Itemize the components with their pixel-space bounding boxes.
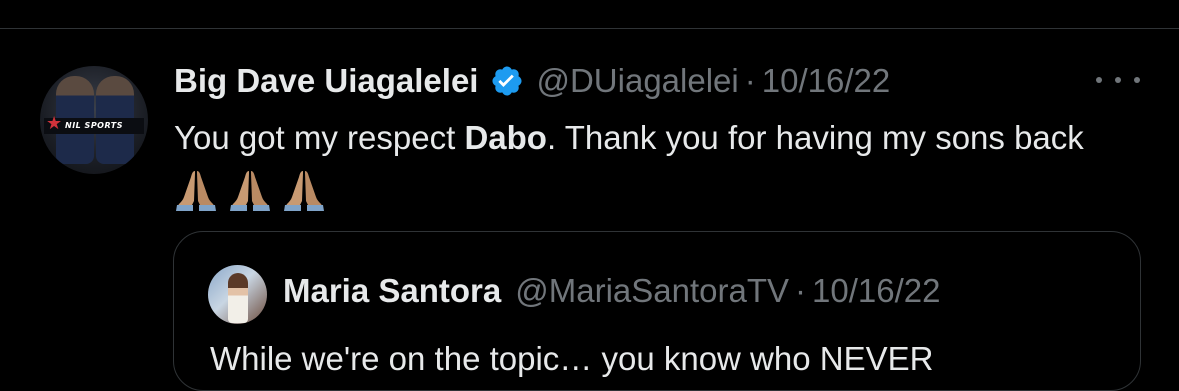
header-separator: · [744,62,756,99]
quoted-tweet-text: While we're on the topic… you know who N… [210,340,934,377]
tweet-date[interactable]: 10/16/22 [762,62,890,100]
author-avatar[interactable]: NIL SPORTS ★ [40,66,148,174]
author-name[interactable]: Big Dave Uiagalelei [174,62,478,100]
quoted-avatar-figure [228,273,248,323]
avatar-star-icon: ★ [46,113,63,133]
folded-hands-emoji [282,167,326,211]
more-dot [1115,77,1121,83]
author-handle[interactable]: @DUiagalelei [536,62,738,100]
more-options-icon[interactable] [1096,66,1140,94]
tweet-text-bold: Dabo [464,119,547,156]
verified-badge-icon[interactable] [490,64,524,98]
quoted-tweet-header: Maria Santora @MariaSantoraTV · 10/16/22 [283,272,940,310]
quoted-author-name[interactable]: Maria Santora [283,272,501,310]
top-divider [0,28,1179,29]
tweet-text-part: . Thank you for having my sons back [546,119,1084,156]
more-dot [1096,77,1102,83]
quoted-author-avatar[interactable] [208,265,267,324]
folded-hands-emoji [174,167,218,211]
tweet-text-part: You got my respect [174,119,465,156]
quoted-tweet-card[interactable]: Maria Santora @MariaSantoraTV · 10/16/22… [173,231,1141,391]
folded-hands-emoji [228,167,272,211]
more-dot [1134,77,1140,83]
quoted-author-handle[interactable]: @MariaSantoraTV [515,272,789,310]
tweet-header: Big Dave Uiagalelei @DUiagalelei · 10/16… [174,58,890,104]
tweet-text: You got my respect Dabo. Thank you for h… [174,110,1124,222]
quoted-tweet-date[interactable]: 10/16/22 [812,272,940,310]
quoted-header-separator: · [795,272,807,309]
